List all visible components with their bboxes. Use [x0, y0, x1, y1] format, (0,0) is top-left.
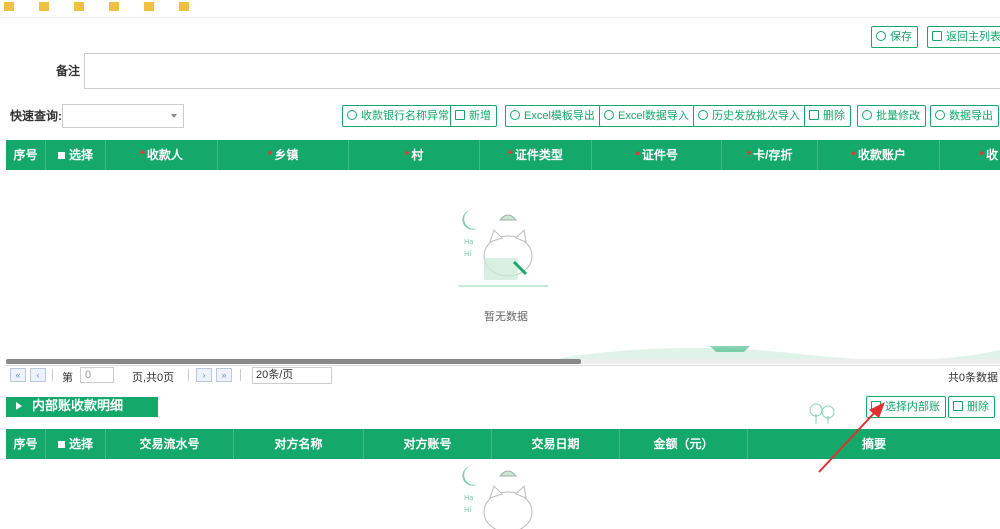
col-truncated: * 收 [979, 148, 998, 162]
col-index: 序号 [6, 140, 46, 170]
bookmark-item[interactable] [4, 0, 18, 12]
page-total-text: 页,共0页 [132, 372, 175, 384]
remark-label: 备注 [56, 64, 81, 78]
page-prefix: 第 [62, 372, 73, 384]
col-village: * 村 [349, 140, 480, 170]
landscape-decoration [560, 346, 1000, 360]
col-id-type: * 证件类型 [480, 140, 592, 170]
svg-text:Ha: Ha [464, 494, 474, 502]
col-select[interactable]: 选择 [46, 429, 106, 459]
svg-text:Hi: Hi [464, 506, 471, 514]
back-to-list-button[interactable]: 返回主列表 [927, 26, 1000, 48]
page-number-input[interactable]: 0 [80, 367, 114, 383]
bookmark-item[interactable] [144, 0, 158, 12]
check-circle-icon [862, 110, 872, 120]
bank-name-anomaly-button[interactable]: 收款银行名称异常 [342, 105, 455, 127]
upload-icon [510, 110, 520, 120]
empty-cat-illustration: Ha Hi [462, 466, 533, 529]
quick-search-select[interactable] [62, 104, 184, 128]
download-icon [698, 110, 708, 120]
col-township: * 乡镇 [218, 140, 349, 170]
empty-state-text: 暂无数据 [484, 311, 528, 323]
col-transaction-id: 交易流水号 [106, 429, 234, 459]
empty-cat-illustration: Ha Hi [458, 210, 548, 287]
trash-icon [953, 401, 963, 411]
last-page-icon[interactable]: » [216, 368, 232, 382]
quick-search-label: 快速查询: [10, 109, 62, 123]
svg-text:Ha: Ha [464, 238, 474, 246]
check-circle-icon [347, 110, 357, 120]
plus-square-icon [455, 110, 465, 120]
data-export-button[interactable]: 数据导出 [930, 105, 999, 127]
col-account: * 收款账户 [818, 140, 940, 170]
col-card-passbook: * 卡/存折 [722, 140, 818, 170]
bookmarks-bar [0, 0, 1000, 18]
bookmark-item[interactable] [74, 0, 88, 12]
total-records: 共0条数据 [947, 372, 998, 384]
first-page-icon[interactable]: « [10, 368, 26, 382]
prev-page-icon[interactable]: ‹ [30, 368, 46, 382]
expand-triangle-icon [16, 402, 22, 410]
next-page-icon[interactable]: › [196, 368, 212, 382]
excel-import-button[interactable]: Excel数据导入 [599, 105, 695, 127]
upload-icon [935, 110, 945, 120]
save-button[interactable]: 保存 [871, 26, 918, 48]
add-button[interactable]: 新增 [450, 105, 497, 127]
select-all-checkbox[interactable] [57, 152, 65, 159]
bookmark-item[interactable] [39, 0, 53, 12]
col-amount: 金额（元） [620, 429, 748, 459]
col-transaction-date: 交易日期 [492, 429, 620, 459]
remark-textarea[interactable] [84, 53, 1000, 89]
select-all-checkbox[interactable] [57, 441, 65, 448]
bookmark-item[interactable] [179, 0, 193, 12]
col-counterparty-name: 对方名称 [234, 429, 364, 459]
dropdown-arrow-icon [171, 114, 177, 118]
svg-text:Hi: Hi [464, 250, 471, 258]
col-id-number: * 证件号 [592, 140, 722, 170]
bookmark-item[interactable] [109, 0, 123, 12]
col-payee: * 收款人 [106, 140, 218, 170]
scrollbar-thumb[interactable] [6, 359, 581, 364]
trash-icon [809, 110, 819, 120]
page-size-select[interactable]: 20条/页 [252, 367, 332, 384]
col-counterparty-account: 对方账号 [364, 429, 492, 459]
internal-delete-button[interactable]: 删除 [948, 396, 995, 418]
pagination-bar: « ‹ 第 0 页,共0页 › » 20条/页 共0条数据 [6, 365, 1000, 385]
history-batch-import-button[interactable]: 历史发放批次导入 [693, 105, 806, 127]
horizontal-scrollbar[interactable] [6, 359, 1000, 364]
main-table-header: 序号 选择 * 收款人 * 乡镇 * 村 * 证件类型 * 证件号 * 卡/存折 * 收款账户… [6, 140, 1000, 170]
delete-button[interactable]: 删除 [804, 105, 851, 127]
col-index: 序号 [6, 429, 46, 459]
excel-template-export-button[interactable]: Excel模板导出 [505, 105, 601, 127]
internal-section-title[interactable]: 内部账收款明细 [6, 397, 158, 417]
download-icon [604, 110, 614, 120]
batch-modify-button[interactable]: 批量修改 [857, 105, 926, 127]
check-circle-icon [876, 31, 886, 41]
col-select[interactable]: 选择 [46, 140, 106, 170]
red-arrow-annotation [818, 402, 885, 473]
exit-icon [932, 31, 942, 41]
